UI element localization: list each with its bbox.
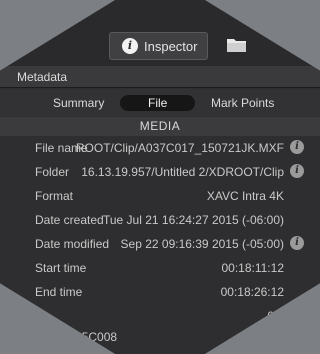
- row-label: Start time: [35, 261, 87, 275]
- row-value: Tue Jul 21 16:24:27 2015 (-06:00): [102, 213, 284, 227]
- row-label: Format: [35, 189, 74, 203]
- row-label: Date created: [35, 213, 104, 227]
- row-value: Sep 22 09:16:39 2015 (-05:00): [120, 237, 284, 251]
- inspector-panel: i Inspector Metadata Summary File Mark P…: [0, 0, 320, 354]
- tab-bar: Summary File Mark Points: [0, 89, 320, 116]
- row-folder: Folder 16.13.19.957/Untitled 2/XDROOT/Cl…: [0, 160, 320, 184]
- row-label: Folder: [35, 165, 70, 179]
- row-end-time: End time 00:18:26:12: [0, 280, 320, 304]
- inspector-button[interactable]: i Inspector: [109, 32, 208, 60]
- media-section-header: MEDIA: [0, 117, 320, 136]
- info-icon: i: [122, 38, 138, 54]
- info-icon[interactable]: i: [290, 140, 304, 154]
- row-label: End time: [35, 285, 83, 299]
- row-value: ROOT/Clip/A037C017_150721JK.MXF: [75, 141, 284, 155]
- row-value: 00:18:26:12: [220, 285, 284, 299]
- row-file-name: File name ROOT/Clip/A037C017_150721JK.MX…: [0, 136, 320, 160]
- folder-icon: [227, 39, 246, 52]
- row-value: 16.13.19.957/Untitled 2/XDROOT/Clip: [81, 165, 284, 179]
- row-value: 00:18:11:12: [221, 261, 284, 275]
- tab-summary[interactable]: Summary: [53, 95, 104, 111]
- row-value: 00:: [267, 309, 284, 323]
- info-icon[interactable]: i: [290, 164, 304, 178]
- row-date-created: Date created Tue Jul 21 16:24:27 2015 (-…: [0, 208, 320, 232]
- metadata-header: Metadata: [0, 66, 320, 88]
- row-value: XAVC Intra 4K: [206, 189, 284, 203]
- inspector-button-label: Inspector: [144, 38, 198, 54]
- info-icon[interactable]: i: [290, 236, 304, 250]
- row-start-time: Start time 00:18:11:12: [0, 256, 320, 280]
- row-format: Format XAVC Intra 4K: [0, 184, 320, 208]
- row-extra-value: 54247205C008: [35, 330, 118, 344]
- tab-mark-points[interactable]: Mark Points: [211, 95, 274, 111]
- row-duration: 00:: [0, 304, 320, 328]
- row-date-modified: Date modified Sep 22 09:16:39 2015 (-05:…: [0, 232, 320, 256]
- row-label: Date modified: [35, 237, 110, 251]
- tab-file[interactable]: File: [120, 95, 196, 111]
- toolbar: i Inspector: [0, 0, 320, 66]
- folder-button[interactable]: [226, 36, 266, 58]
